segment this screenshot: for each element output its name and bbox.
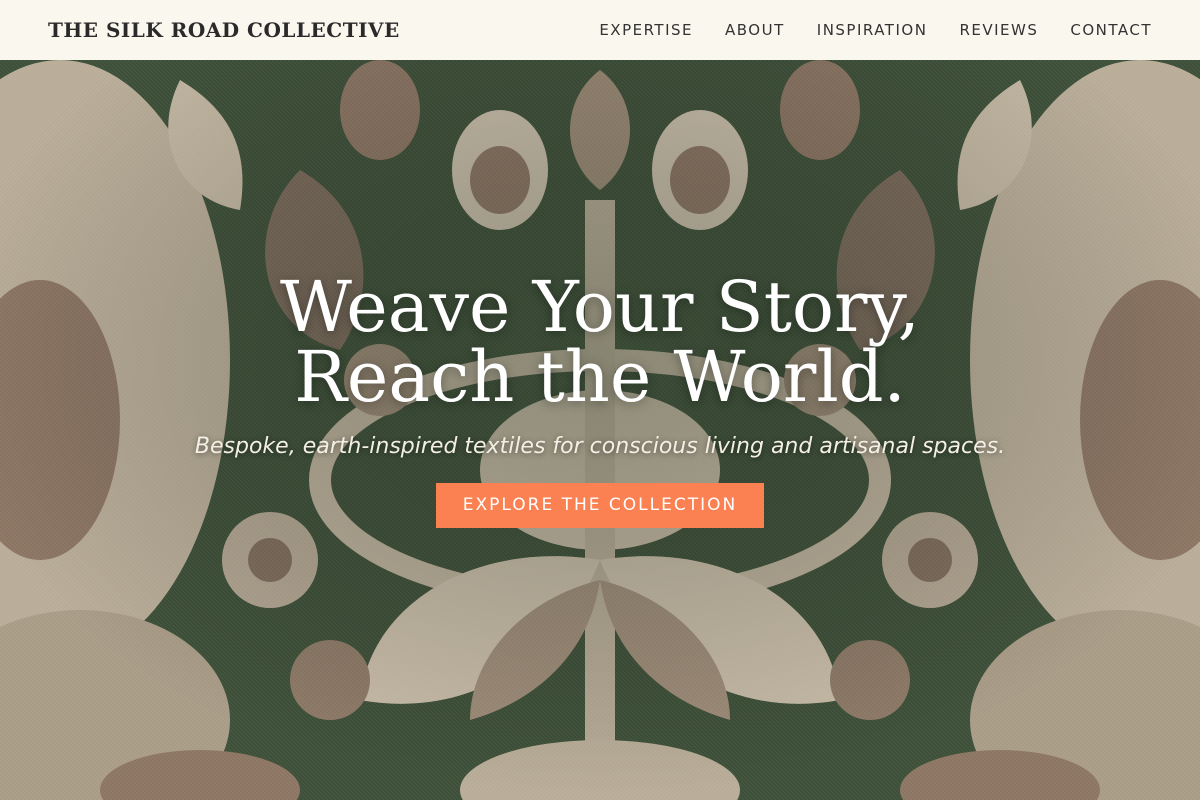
hero-subtitle: Bespoke, earth-inspired textiles for con… [194, 434, 1006, 459]
brand-logo-text[interactable]: THE SILK ROAD COLLECTIVE [48, 18, 400, 42]
explore-collection-button[interactable]: EXPLORE THE COLLECTION [436, 483, 764, 528]
nav-item-reviews[interactable]: REVIEWS [959, 21, 1038, 39]
nav-links: EXPERTISE ABOUT INSPIRATION REVIEWS CONT… [599, 21, 1152, 39]
nav-item-expertise[interactable]: EXPERTISE [599, 21, 693, 39]
hero-title: Weave Your Story, Reach the World. [280, 266, 920, 418]
hero-section: Weave Your Story, Reach the World. Bespo… [0, 272, 1200, 528]
nav-item-inspiration[interactable]: INSPIRATION [817, 21, 928, 39]
top-navbar: THE SILK ROAD COLLECTIVE EXPERTISE ABOUT… [0, 0, 1200, 60]
nav-item-about[interactable]: ABOUT [725, 21, 785, 39]
nav-item-contact[interactable]: CONTACT [1070, 21, 1152, 39]
